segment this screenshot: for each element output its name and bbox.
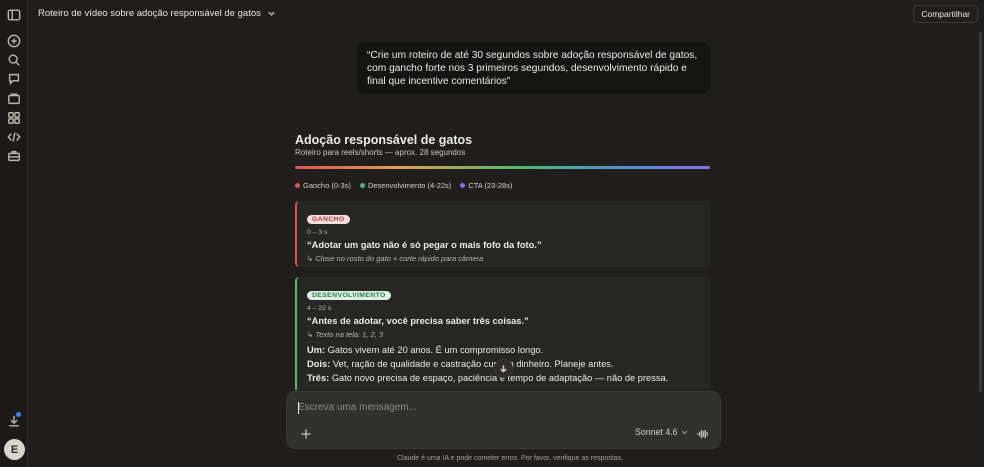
message-composer: Sonnet 4.6 xyxy=(286,391,721,449)
legend-item-development: Desenvolvimento (4-22s) xyxy=(359,181,451,190)
section-time: 0 – 3 s xyxy=(307,229,328,236)
voice-mode-button[interactable] xyxy=(697,427,710,439)
notification-dot xyxy=(16,412,21,417)
legend: Gancho (0-3s) Desenvolvimento (4-22s) CT… xyxy=(295,181,512,190)
user-message: “Crie um roteiro de até 30 segundos sobr… xyxy=(357,42,710,94)
artifacts-icon[interactable] xyxy=(6,110,22,126)
artifact-title: Adoção responsável de gatos xyxy=(295,133,473,147)
text-caret xyxy=(298,402,299,414)
section-note: ↳ Close no rosto do gato + corte rápido … xyxy=(307,254,484,263)
artifact-subtitle: Roteiro para reels/shorts — aprox. 28 se… xyxy=(295,148,466,157)
search-icon[interactable] xyxy=(6,52,22,68)
chevron-down-icon xyxy=(268,11,275,16)
section-card-hook: GANCHO 0 – 3 s “Adotar um gato não é só … xyxy=(295,201,710,267)
add-attachment-button[interactable] xyxy=(300,427,312,439)
legend-dot xyxy=(295,183,300,188)
audio-wave-icon xyxy=(697,429,708,439)
arrow-down-icon xyxy=(500,365,507,373)
disclaimer: Claude é uma IA e pode cometer erros. Po… xyxy=(396,455,624,462)
section-quote: “Adotar um gato não é só pegar o mais fo… xyxy=(307,240,542,250)
chats-icon[interactable] xyxy=(6,71,22,87)
section-badge: DESENVOLVIMENTO xyxy=(307,291,391,300)
scroll-to-bottom-button[interactable] xyxy=(494,359,513,378)
list-item: Um: Gatos vivem até 20 anos. É um compro… xyxy=(307,345,544,355)
code-icon[interactable] xyxy=(6,129,22,145)
model-selector[interactable]: Sonnet 4.6 xyxy=(635,427,688,437)
message-input[interactable] xyxy=(298,402,698,413)
timeline-bar xyxy=(295,166,710,169)
left-rail: E xyxy=(0,0,28,467)
top-header: Roteiro de vídeo sobre adoção responsáve… xyxy=(28,0,984,28)
share-button[interactable]: Compartilhar xyxy=(913,5,978,23)
legend-item-cta: CTA (23-28s) xyxy=(460,181,512,190)
chat-title-menu[interactable]: Roteiro de vídeo sobre adoção responsáve… xyxy=(38,8,276,19)
projects-icon[interactable] xyxy=(6,91,22,107)
briefcase-icon[interactable] xyxy=(6,148,22,164)
plus-icon xyxy=(301,429,311,439)
section-time: 4 – 22 s xyxy=(307,305,332,312)
legend-dot xyxy=(359,183,365,188)
section-badge: GANCHO xyxy=(307,215,350,224)
legend-item-hook: Gancho (0-3s) xyxy=(295,181,351,190)
legend-dot xyxy=(460,183,466,188)
sidebar-toggle-icon[interactable] xyxy=(6,7,22,23)
scrollbar[interactable] xyxy=(979,32,982,392)
section-quote: “Antes de adotar, você precisa saber trê… xyxy=(307,316,529,326)
section-note: ↳ Texto na tela: 1, 2, 3 xyxy=(307,330,384,339)
chat-title: Roteiro de vídeo sobre adoção responsáve… xyxy=(38,8,261,19)
new-chat-icon[interactable] xyxy=(6,33,22,49)
chevron-down-icon xyxy=(681,430,687,434)
